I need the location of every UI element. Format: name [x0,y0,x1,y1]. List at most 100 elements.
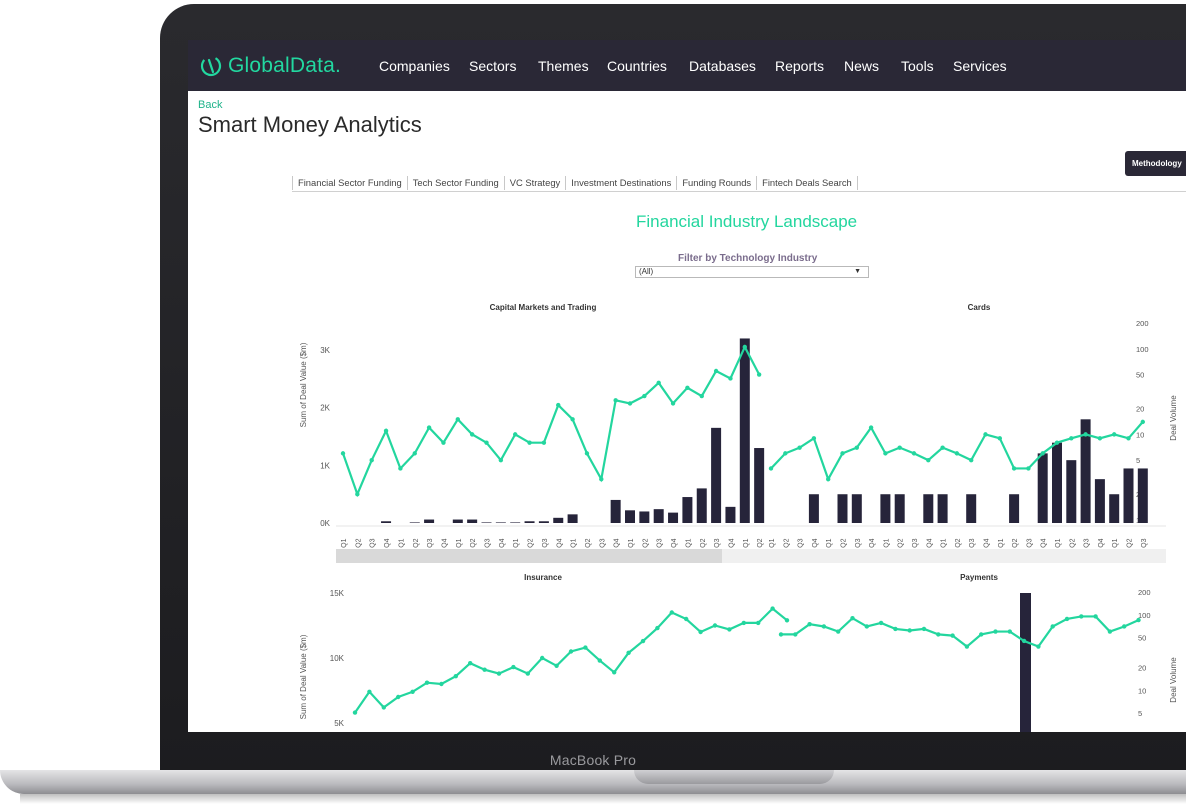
bar-cards [1109,494,1120,523]
point-payments [850,616,855,621]
bar-capital-markets [495,522,506,523]
point-cards [1069,436,1074,441]
point-cards [854,445,859,450]
y2-tick-label: 10 [1136,430,1144,439]
y2-axis-label: Deal Volume [1169,395,1178,441]
horizontal-scrollbar-thumb [336,549,722,563]
laptop-shadow [20,794,1186,804]
point-capital-markets [398,466,403,471]
point-capital-markets [699,393,704,399]
point-cards [826,476,831,482]
point-capital-markets [383,428,389,434]
point-insurance [784,618,790,623]
point-cards [768,466,774,471]
point-capital-markets [369,457,374,463]
point-cards [840,451,845,456]
bar-capital-markets [739,338,750,523]
bar-cards [1066,460,1077,523]
bar-capital-markets [538,521,549,523]
point-capital-markets [742,344,747,350]
point-payments [793,632,798,637]
y-axis-label: Sum of Deal Value ($m) [299,634,308,719]
bar-cards [1094,479,1105,523]
point-cards [1011,466,1017,471]
point-cards [983,432,988,437]
point-insurance [511,664,516,670]
point-capital-markets [670,401,676,406]
point-payments [807,622,812,627]
point-capital-markets [513,432,518,437]
point-payments [836,629,841,634]
point-capital-markets [469,432,475,437]
point-capital-markets [541,440,547,445]
point-insurance [698,629,703,635]
point-insurance [684,616,689,622]
bar-cards [808,494,819,523]
chart-title-payments: Payments [960,573,998,582]
point-cards [1140,419,1145,425]
point-capital-markets [340,451,346,456]
bar-cards [837,494,848,523]
bar-cards [1052,442,1062,523]
point-insurance [770,606,775,611]
point-cards [783,451,788,456]
point-cards [969,457,974,463]
point-cards [954,451,960,456]
point-cards [1126,436,1131,441]
bar-capital-markets [567,514,578,523]
point-payments [1064,616,1070,622]
point-insurance [655,625,660,631]
point-cards [1112,432,1117,437]
point-capital-markets [728,376,733,381]
bar-capital-markets [452,519,463,523]
line-capital-markets [341,344,761,498]
point-cards [940,445,945,450]
y2-tick-label: 200 [1138,588,1151,597]
point-cards [1097,436,1103,441]
y-tick-label: 1K [320,461,330,470]
y2-tick-label: 50 [1136,371,1144,380]
bar-cards [880,494,891,523]
point-insurance [669,610,674,615]
point-payments [778,632,784,637]
point-cards [911,451,917,456]
bar-capital-markets [668,512,679,523]
point-payments [1122,624,1127,629]
point-payments [936,632,941,637]
y2-tick-label: 20 [1138,664,1146,673]
bar-cards [937,494,948,523]
point-capital-markets [441,440,446,445]
y2-tick-label: 200 [1136,319,1149,328]
bar-capital-markets [625,510,635,523]
bar-cards [1037,453,1048,523]
point-payments [1007,629,1012,634]
point-insurance [540,655,545,661]
point-insurance [496,671,502,676]
bar-capital-markets [696,488,707,523]
point-insurance [597,658,602,663]
point-payments [893,626,898,632]
bar-cards [1123,468,1134,523]
point-capital-markets [656,380,661,386]
point-payments [964,644,970,649]
point-cards [883,451,888,456]
bar-cards [1137,468,1148,523]
bar-capital-markets [725,506,736,523]
point-insurance [381,705,386,710]
point-capital-markets [455,417,460,422]
point-insurance [741,620,746,626]
point-cards [811,436,817,441]
point-insurance [352,710,358,715]
point-capital-markets [613,398,618,403]
point-insurance [468,661,473,666]
bar-cards [923,494,934,523]
y2-tick-label: 5 [1138,709,1142,718]
point-insurance [583,645,588,650]
point-capital-markets [355,492,360,497]
point-capital-markets [426,425,432,430]
point-cards [997,436,1002,441]
point-payments [1136,617,1141,623]
point-insurance [756,620,761,626]
point-cards [1026,466,1031,471]
bar-cards [1009,494,1020,523]
